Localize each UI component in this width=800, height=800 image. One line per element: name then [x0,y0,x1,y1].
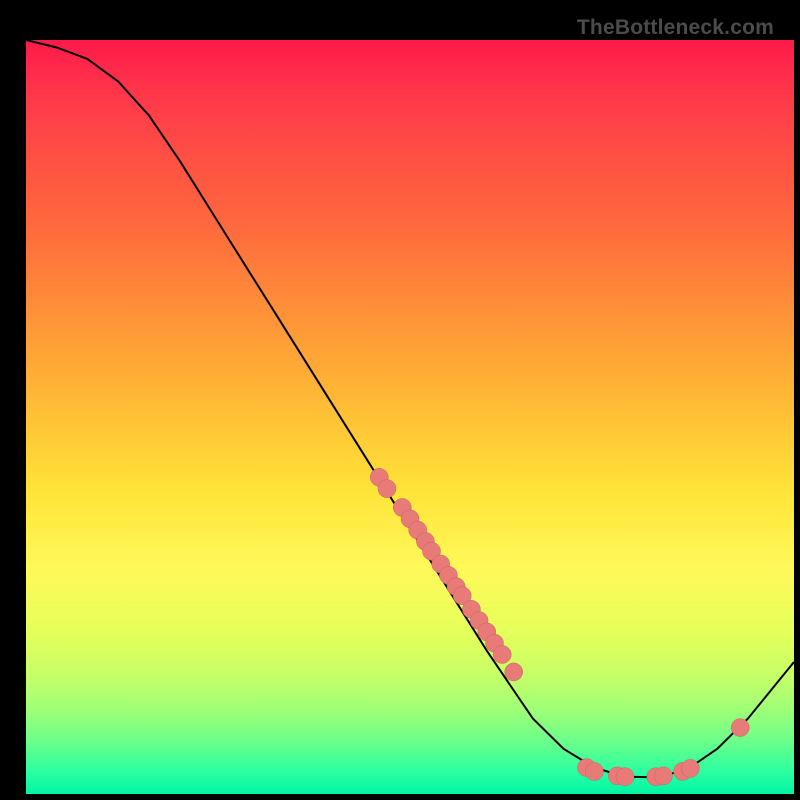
curve-path [26,40,794,777]
outer-frame: TheBottleneck.com [10,10,790,790]
marker-dot [654,767,672,785]
marker-dot [681,759,699,777]
marker-dot [493,646,511,664]
marker-group [370,468,749,785]
marker-dot [505,663,523,681]
gradient-plot-area [26,40,794,794]
marker-dot [585,762,603,780]
marker-dot [616,768,634,786]
chart-svg [26,40,794,794]
marker-dot [378,480,396,498]
marker-dot [731,719,749,737]
watermark-label: TheBottleneck.com [577,16,774,40]
